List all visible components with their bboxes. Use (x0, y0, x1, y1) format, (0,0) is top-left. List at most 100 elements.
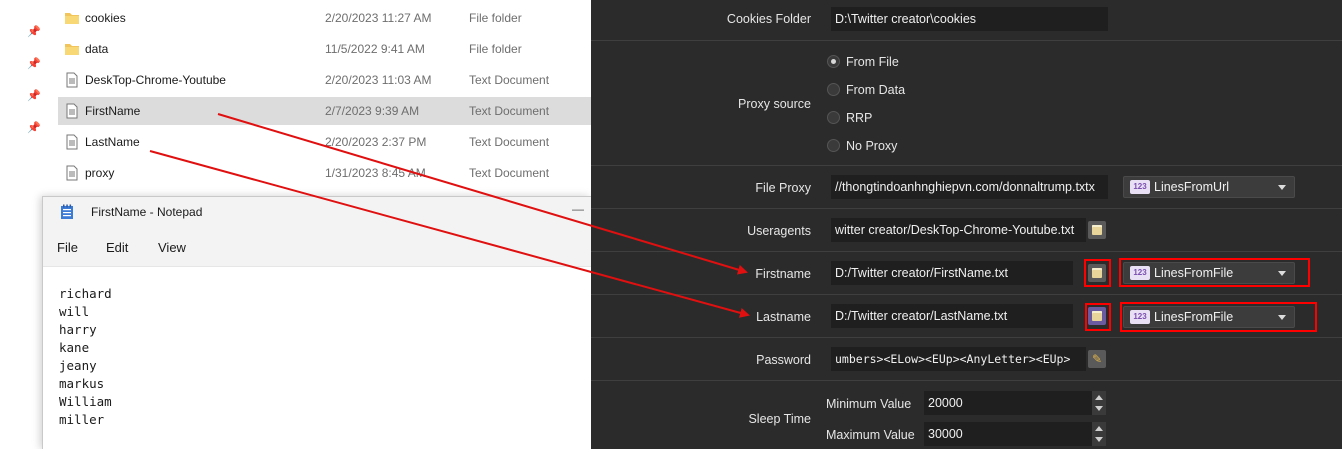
browse-file-icon[interactable] (1088, 221, 1106, 239)
text-line: harry (59, 322, 97, 337)
text-line: miller (59, 412, 105, 427)
radio-label: From Data (846, 83, 906, 97)
pencil-icon[interactable]: ✎ (1088, 350, 1106, 368)
spin-buttons[interactable] (1092, 422, 1106, 446)
file-date: 2/20/2023 11:27 AM (325, 11, 432, 25)
text-line: jeany (59, 358, 97, 373)
row-file-proxy: File Proxy //thongtindoanhnghiepvn.com/d… (591, 166, 1342, 209)
file-date: 2/20/2023 2:37 PM (325, 135, 427, 149)
select-value: LinesFromUrl (1154, 180, 1230, 194)
pin-icon[interactable]: 📌 (27, 89, 41, 103)
lastname-input[interactable]: D:/Twitter creator/LastName.txt (831, 304, 1073, 328)
file-proxy-mode-select[interactable]: 123 LinesFromUrl (1123, 176, 1295, 198)
file-row-data[interactable]: data 11/5/2022 9:41 AM File folder (58, 35, 591, 63)
numeric-tag-icon: 123 (1130, 180, 1150, 194)
pin-icon[interactable]: 📌 (27, 121, 41, 135)
radio-label: RRP (846, 111, 873, 125)
file-name: FirstName (85, 104, 141, 118)
text-file-icon (66, 103, 78, 119)
firstname-input[interactable]: D:/Twitter creator/FirstName.txt (831, 261, 1073, 285)
notepad-menubar: File Edit View (43, 227, 591, 267)
file-name: cookies (85, 11, 126, 25)
arrow-up-icon[interactable] (1095, 395, 1103, 400)
cookies-folder-label: Cookies Folder (726, 12, 811, 26)
useragents-label: Useragents (747, 224, 811, 238)
arrow-down-icon[interactable] (1095, 406, 1103, 411)
file-type: File folder (469, 42, 522, 56)
text-line: William (59, 394, 112, 409)
arrow-up-icon[interactable] (1095, 426, 1103, 431)
window-title: FirstName - Notepad (91, 205, 203, 219)
password-label: Password (756, 353, 811, 367)
highlight-box (1084, 259, 1111, 287)
spin-buttons[interactable] (1092, 391, 1106, 415)
row-cookies-folder: Cookies Folder D:\Twitter creator\cookie… (591, 0, 1342, 41)
file-date: 2/20/2023 11:03 AM (325, 73, 432, 87)
file-date: 1/31/2023 8:45 AM (325, 166, 426, 180)
firstname-label: Firstname (755, 267, 811, 281)
file-row-lastname[interactable]: LastName 2/20/2023 2:37 PM Text Document (58, 128, 591, 156)
file-row-firstname[interactable]: FirstName 2/7/2023 9:39 AM Text Document (58, 97, 591, 125)
menu-file[interactable]: File (57, 240, 78, 255)
sleep-time-label: Sleep Time (748, 412, 811, 426)
notepad-icon (61, 204, 73, 219)
arrow-down-icon[interactable] (1095, 437, 1103, 442)
spin-value: 20000 (928, 396, 963, 410)
radio-rrp[interactable] (827, 111, 840, 124)
row-lastname: Lastname D:/Twitter creator/LastName.txt… (591, 295, 1342, 338)
file-name: DeskTop-Chrome-Youtube (85, 73, 226, 87)
text-file-icon (66, 72, 78, 88)
password-pattern-input[interactable]: umbers><ELow><EUp><AnyLetter><EUp> (831, 347, 1086, 371)
minimum-value-label: Minimum Value (826, 397, 912, 411)
file-row-desktop-chrome-youtube[interactable]: DeskTop-Chrome-Youtube 2/20/2023 11:03 A… (58, 66, 591, 94)
text-file-icon (66, 165, 78, 181)
file-type: Text Document (469, 166, 550, 180)
file-row-proxy[interactable]: proxy 1/31/2023 8:45 AM Text Document (58, 159, 591, 187)
file-date: 11/5/2022 9:41 AM (325, 42, 425, 56)
menu-edit[interactable]: Edit (106, 240, 128, 255)
text-file-icon (66, 134, 78, 150)
file-name: data (85, 42, 109, 56)
folder-icon (65, 44, 79, 55)
text-line: kane (59, 340, 90, 355)
file-name: proxy (85, 166, 115, 180)
file-proxy-label: File Proxy (755, 181, 811, 195)
maximum-value-label: Maximum Value (826, 428, 915, 442)
maximum-value-spinbox[interactable]: 30000 (924, 422, 1106, 446)
text-line: markus (59, 376, 105, 391)
minimum-value-spinbox[interactable]: 20000 (924, 391, 1106, 415)
notepad-window: FirstName - Notepad — File Edit View ric… (42, 196, 591, 449)
pin-icon[interactable]: 📌 (27, 25, 41, 39)
radio-from-file[interactable] (827, 55, 840, 68)
file-type: Text Document (469, 73, 550, 87)
row-useragents: Useragents witter creator/DeskTop-Chrome… (591, 209, 1342, 252)
file-date: 2/7/2023 9:39 AM (325, 104, 420, 118)
cookies-folder-input[interactable]: D:\Twitter creator\cookies (831, 7, 1108, 31)
radio-label: No Proxy (846, 139, 898, 153)
useragents-input[interactable]: witter creator/DeskTop-Chrome-Youtube.tx… (831, 218, 1086, 242)
radio-no-proxy[interactable] (827, 139, 840, 152)
row-password: Password umbers><ELow><EUp><AnyLetter><E… (591, 338, 1342, 381)
pin-icon[interactable]: 📌 (27, 57, 41, 71)
file-type: Text Document (469, 135, 550, 149)
highlight-box (1120, 302, 1317, 332)
radio-from-data[interactable] (827, 83, 840, 96)
spin-value: 30000 (928, 427, 963, 441)
quick-access-rail: 📌 📌 📌 📌 (0, 0, 46, 449)
row-sleep-time: Sleep Time Minimum Value 20000 Maximum V… (591, 381, 1342, 449)
row-firstname: Firstname D:/Twitter creator/FirstName.t… (591, 252, 1342, 295)
file-type: File folder (469, 11, 522, 25)
highlight-box (1119, 258, 1310, 287)
notepad-text-area[interactable]: richard will harry kane jeany markus Wil… (59, 285, 112, 429)
lastname-label: Lastname (756, 310, 811, 324)
menu-view[interactable]: View (158, 240, 186, 255)
text-line: richard (59, 286, 112, 301)
notepad-titlebar[interactable]: FirstName - Notepad — (43, 197, 591, 227)
file-row-cookies[interactable]: cookies 2/20/2023 11:27 AM File folder (58, 4, 591, 32)
minimize-icon[interactable]: — (571, 203, 585, 217)
chevron-down-icon (1278, 185, 1286, 190)
row-proxy-source: Proxy source From File From Data RRP No … (591, 41, 1342, 166)
highlight-box (1085, 303, 1111, 331)
file-name: LastName (85, 135, 140, 149)
file-proxy-input[interactable]: //thongtindoanhnghiepvn.com/donnaltrump.… (831, 175, 1108, 199)
